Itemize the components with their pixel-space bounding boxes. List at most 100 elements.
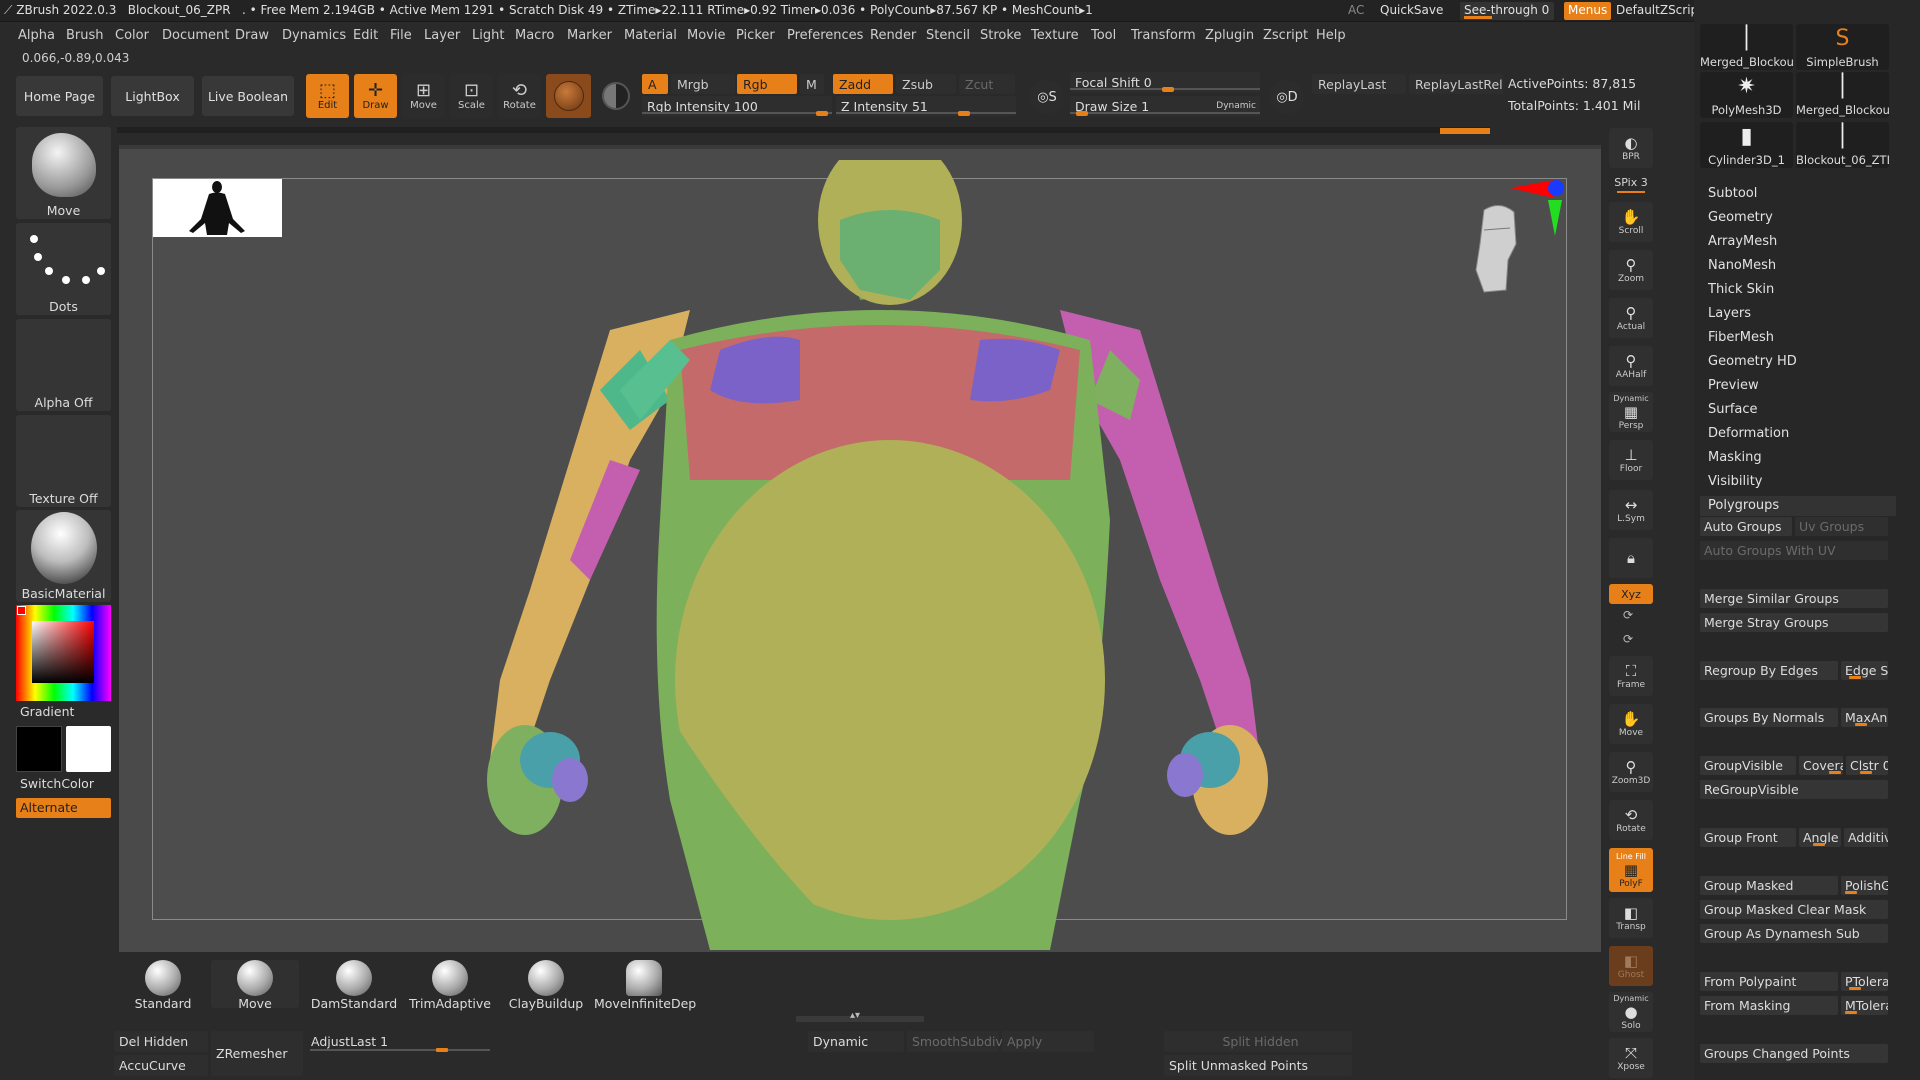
xpose-button[interactable]: ⤧ Xpose <box>1609 1038 1653 1078</box>
section-layers[interactable]: Layers <box>1708 306 1751 321</box>
split-hidden-button[interactable]: Split Hidden <box>1164 1031 1352 1052</box>
quicksave-button[interactable]: QuickSave <box>1376 2 1447 20</box>
menu-layer[interactable]: Layer <box>424 28 460 43</box>
ptolera-slider[interactable]: PTolera <box>1841 972 1888 991</box>
brush-damstandard[interactable]: DamStandard <box>310 960 398 1011</box>
m-button[interactable]: M <box>800 74 824 94</box>
menu-picker[interactable]: Picker <box>736 28 775 43</box>
zoom3d-button[interactable]: ⚲ Zoom3D <box>1609 752 1653 792</box>
live-boolean-button[interactable]: Live Boolean <box>202 76 294 116</box>
group-masked-clear-mask-button[interactable]: Group Masked Clear Mask <box>1700 900 1888 919</box>
menu-zplugin[interactable]: Zplugin <box>1205 28 1254 43</box>
group-masked-button[interactable]: Group Masked <box>1700 876 1838 895</box>
actual-button[interactable]: ⚲ Actual <box>1609 298 1653 338</box>
menus-button[interactable]: Menus <box>1564 2 1612 20</box>
tool-thumb-blockout06[interactable]: │ Blockout_06_ZTL <box>1796 122 1889 168</box>
group-visible-button[interactable]: GroupVisible <box>1700 756 1796 775</box>
auto-groups-uv-button[interactable]: Auto Groups With UV <box>1700 541 1888 560</box>
lazy-d-button[interactable]: ◎D <box>1270 80 1304 114</box>
menu-alpha[interactable]: Alpha <box>18 28 55 43</box>
color-picker[interactable] <box>16 605 111 701</box>
tool-thumb-cylinder3d[interactable]: ▮ Cylinder3D_1 <box>1700 122 1793 168</box>
menu-color[interactable]: Color <box>115 28 149 43</box>
edit-mode-button[interactable]: ⬚ Edit <box>306 74 349 118</box>
gradient-label[interactable]: Gradient <box>20 704 74 719</box>
switch-color-button[interactable]: SwitchColor <box>20 776 94 791</box>
brush-move[interactable]: Move <box>211 960 299 1011</box>
texture-picker[interactable]: Texture Off <box>16 415 111 507</box>
group-front-button[interactable]: Group Front <box>1700 828 1796 847</box>
z-axis-dot[interactable] <box>1548 180 1564 196</box>
scroll-button[interactable]: ✋ Scroll <box>1609 202 1653 242</box>
lock-button[interactable]: 🔒︎ <box>1609 538 1653 578</box>
polygroups-header[interactable]: Polygroups <box>1700 496 1896 516</box>
rotate-z-icon[interactable]: ⟳ <box>1623 632 1633 646</box>
menu-marker[interactable]: Marker <box>567 28 612 43</box>
tool-thumb-merged-2[interactable]: │ Merged_Blockou <box>1796 72 1889 118</box>
section-masking[interactable]: Masking <box>1708 450 1762 465</box>
brush-picker[interactable]: Move <box>16 127 111 219</box>
menu-document[interactable]: Document <box>162 28 229 43</box>
smooth-subdiv-slider[interactable]: SmoothSubdiv <box>907 1031 1003 1052</box>
move-view-button[interactable]: ✋ Move <box>1609 704 1653 744</box>
angle-slider[interactable]: Angle <box>1799 828 1841 847</box>
rotate-mode-button[interactable]: ⟲ Rotate <box>498 74 541 118</box>
alternate-button[interactable]: Alternate <box>16 798 111 818</box>
maxang-slider[interactable]: MaxAng <box>1841 708 1888 727</box>
menu-zscript[interactable]: Zscript <box>1263 28 1308 43</box>
menu-texture[interactable]: Texture <box>1031 28 1079 43</box>
scale-mode-button[interactable]: ⊡ Scale <box>450 74 493 118</box>
focal-shift-slider[interactable]: Focal Shift 0 <box>1070 72 1260 92</box>
section-visibility[interactable]: Visibility <box>1708 474 1762 489</box>
brush-claybuildup[interactable]: ClayBuildup <box>502 960 590 1011</box>
split-unmasked-points-button[interactable]: Split Unmasked Points <box>1164 1055 1352 1076</box>
menu-macro[interactable]: Macro <box>515 28 554 43</box>
menu-edit[interactable]: Edit <box>353 28 378 43</box>
dynamic-button[interactable]: Dynamic <box>808 1031 904 1052</box>
menu-material[interactable]: Material <box>624 28 677 43</box>
section-preview[interactable]: Preview <box>1708 378 1759 393</box>
del-hidden-button[interactable]: Del Hidden <box>114 1031 208 1052</box>
zadd-button[interactable]: Zadd <box>833 74 893 94</box>
frame-button[interactable]: ⛶ Frame <box>1609 656 1653 696</box>
coverage-slider[interactable]: Covera <box>1799 756 1843 775</box>
additive-button[interactable]: Additive <box>1844 828 1888 847</box>
menu-tool[interactable]: Tool <box>1091 28 1116 43</box>
accucurve-button[interactable]: AccuCurve <box>114 1055 208 1076</box>
zremesher-button[interactable]: ZRemesher <box>211 1031 303 1076</box>
uv-groups-button[interactable]: Uv Groups <box>1795 517 1888 536</box>
color-picker-sv-square[interactable] <box>32 621 94 683</box>
brush-trimadaptive[interactable]: TrimAdaptive <box>406 960 494 1011</box>
tool-thumb-simplebrush[interactable]: S SimpleBrush <box>1796 24 1889 70</box>
rgb-button[interactable]: Rgb <box>737 74 797 94</box>
from-polypaint-button[interactable]: From Polypaint <box>1700 972 1838 991</box>
silhouette-navigator[interactable] <box>153 179 282 237</box>
tool-thumb-polymesh3d[interactable]: ✷ PolyMesh3D <box>1700 72 1793 118</box>
ghost-button[interactable]: ◧ Ghost <box>1609 946 1653 986</box>
mtolera-slider[interactable]: MTolera <box>1841 996 1888 1015</box>
menu-dynamics[interactable]: Dynamics <box>282 28 346 43</box>
home-page-button[interactable]: Home Page <box>16 76 103 116</box>
brush-moveinfinitedep[interactable]: MoveInfiniteDep <box>594 960 696 1011</box>
alpha-picker[interactable]: Alpha Off <box>16 319 111 411</box>
rotate-view-button[interactable]: ⟲ Rotate <box>1609 800 1653 840</box>
solo-button[interactable]: Dynamic ● Solo <box>1609 992 1653 1032</box>
replay-last-button[interactable]: ReplayLast <box>1312 74 1406 94</box>
see-through-slider[interactable]: See-through 0 <box>1460 2 1554 20</box>
menu-file[interactable]: File <box>390 28 412 43</box>
edge-se-slider[interactable]: Edge Se <box>1841 661 1888 680</box>
color-mode-button[interactable] <box>596 74 636 118</box>
floor-button[interactable]: ⊥ Floor <box>1609 440 1653 480</box>
x-axis-arrow[interactable] <box>1510 180 1554 198</box>
groups-by-normals-button[interactable]: Groups By Normals <box>1700 708 1838 727</box>
shelf-splitter[interactable]: ▴▾ <box>796 1010 924 1022</box>
clstr-slider[interactable]: Clstr 0. <box>1846 756 1888 775</box>
stroke-picker[interactable]: Dots <box>16 223 111 315</box>
material-picker[interactable]: BasicMaterial <box>16 510 111 602</box>
brush-standard[interactable]: Standard <box>119 960 207 1011</box>
adjust-last-slider[interactable]: AdjustLast 1 <box>306 1031 496 1052</box>
menu-stroke[interactable]: Stroke <box>980 28 1021 43</box>
menu-brush[interactable]: Brush <box>66 28 104 43</box>
y-axis-arrow[interactable] <box>1548 200 1562 236</box>
tool-thumb-merged-1[interactable]: │ Merged_Blockou <box>1700 24 1793 70</box>
